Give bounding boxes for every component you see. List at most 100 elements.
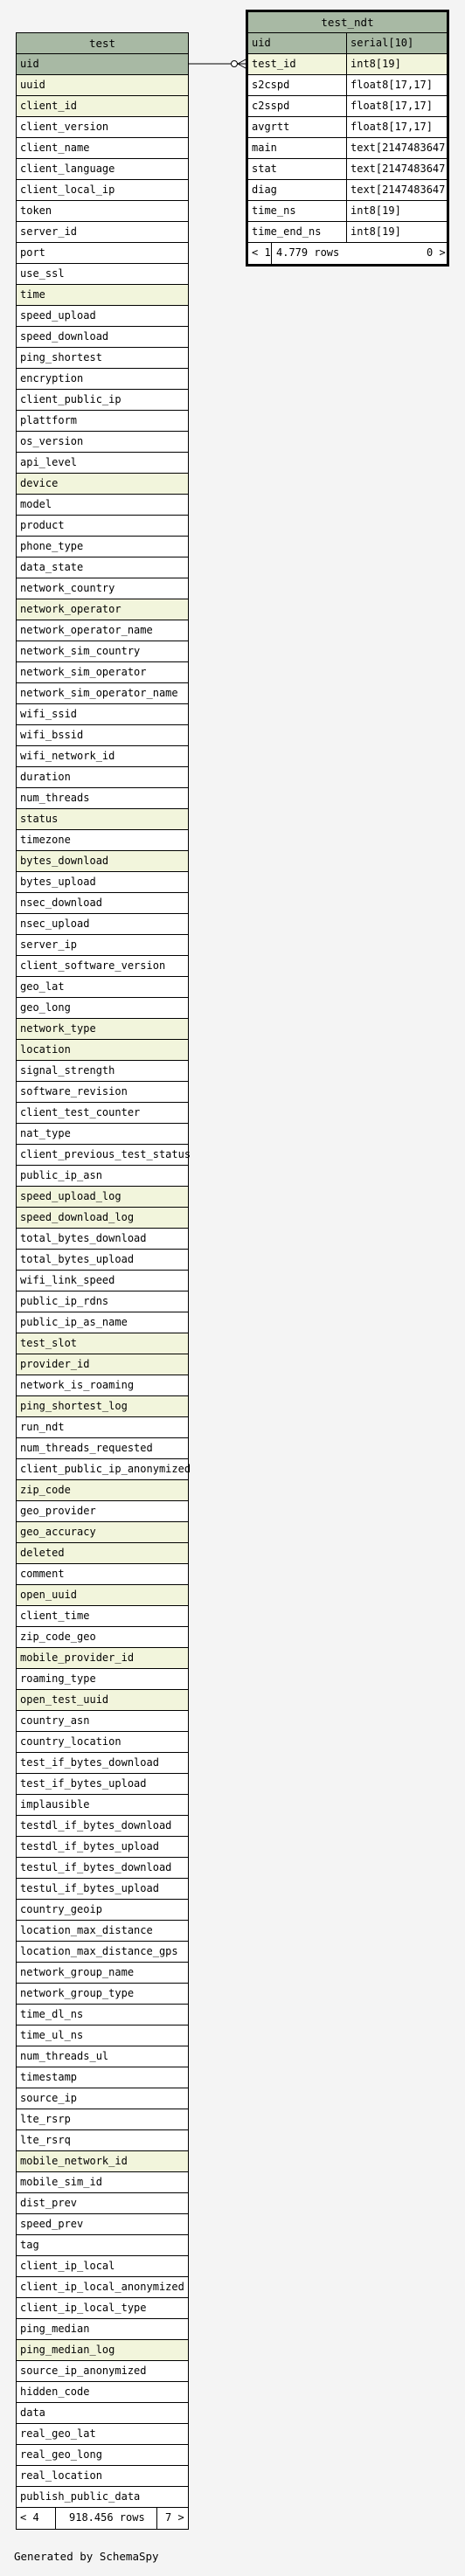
column-row[interactable]: client_public_ip xyxy=(17,390,188,411)
column-row[interactable]: ping_shortest_log xyxy=(17,1396,188,1417)
column-row[interactable]: bytes_download xyxy=(17,851,188,872)
column-row[interactable]: testdl_if_bytes_upload xyxy=(17,1837,188,1858)
column-row[interactable]: wifi_bssid xyxy=(17,725,188,746)
column-row[interactable]: mobile_sim_id xyxy=(17,2172,188,2193)
column-row[interactable]: real_geo_lat xyxy=(17,2424,188,2445)
column-row[interactable]: server_id xyxy=(17,222,188,243)
column-row[interactable]: client_test_counter xyxy=(17,1103,188,1124)
column-row[interactable]: mobile_provider_id xyxy=(17,1648,188,1669)
column-row[interactable]: plattform xyxy=(17,411,188,432)
column-row[interactable]: num_threads_requested xyxy=(17,1438,188,1459)
column-row[interactable]: encryption xyxy=(17,369,188,390)
column-row[interactable]: testdl_if_bytes_download xyxy=(17,1816,188,1837)
column-row[interactable]: bytes_upload xyxy=(17,872,188,893)
column-row[interactable]: source_ip_anonymized xyxy=(17,2361,188,2382)
column-row[interactable]: lte_rsrq xyxy=(17,2130,188,2151)
column-row[interactable]: public_ip_rdns xyxy=(17,1291,188,1312)
column-row[interactable]: network_type xyxy=(17,1019,188,1040)
column-row[interactable]: main text[2147483647] xyxy=(248,138,452,159)
column-row[interactable]: open_uuid xyxy=(17,1585,188,1606)
column-row[interactable]: network_operator xyxy=(17,599,188,620)
column-row[interactable]: nsec_upload xyxy=(17,914,188,935)
parent-count[interactable]: < 1 xyxy=(252,243,271,263)
column-row[interactable]: num_threads_ul xyxy=(17,2046,188,2067)
column-row[interactable]: testul_if_bytes_download xyxy=(17,1858,188,1879)
column-row[interactable]: network_sim_operator xyxy=(17,662,188,683)
column-row[interactable]: test_if_bytes_upload xyxy=(17,1774,188,1795)
column-row[interactable]: source_ip xyxy=(17,2088,188,2109)
column-row[interactable]: client_public_ip_anonymized xyxy=(17,1459,191,1480)
child-count[interactable]: 7 > xyxy=(165,2508,184,2528)
column-row[interactable]: country_location xyxy=(17,1732,188,1753)
column-row[interactable]: run_ndt xyxy=(17,1417,188,1438)
column-row[interactable]: avgrtt float8[17,17] xyxy=(248,117,447,138)
column-row[interactable]: api_level xyxy=(17,453,188,474)
column-row[interactable]: wifi_ssid xyxy=(17,704,188,725)
column-row[interactable]: real_geo_long xyxy=(17,2445,188,2466)
column-row[interactable]: diag text[2147483647] xyxy=(248,180,452,201)
column-row[interactable]: deleted xyxy=(17,1543,188,1564)
column-row[interactable]: client_ip_local_anonymized xyxy=(17,2277,188,2298)
column-row[interactable]: time_end_ns int8[19] xyxy=(248,222,447,243)
column-row[interactable]: timezone xyxy=(17,830,188,851)
column-row[interactable]: implausible xyxy=(17,1795,188,1816)
column-row[interactable]: client_ip_local xyxy=(17,2256,188,2277)
column-row[interactable]: publish_public_data xyxy=(17,2487,188,2508)
column-row[interactable]: dist_prev xyxy=(17,2193,188,2214)
child-count[interactable]: 0 > xyxy=(427,243,446,263)
column-row[interactable]: client_name xyxy=(17,138,188,159)
column-row[interactable]: data_state xyxy=(17,557,188,578)
column-row[interactable]: total_bytes_upload xyxy=(17,1250,188,1271)
column-row[interactable]: time_ul_ns xyxy=(17,2025,188,2046)
column-row[interactable]: data xyxy=(17,2403,188,2424)
column-row[interactable]: geo_accuracy xyxy=(17,1522,188,1543)
column-row[interactable]: use_ssl xyxy=(17,264,188,285)
column-row[interactable]: product xyxy=(17,516,188,537)
column-row[interactable]: ping_median xyxy=(17,2319,188,2340)
column-row[interactable]: client_software_version xyxy=(17,956,188,977)
column-row[interactable]: os_version xyxy=(17,432,188,453)
column-row[interactable]: status xyxy=(17,809,188,830)
column-row[interactable]: signal_strength xyxy=(17,1061,188,1082)
column-row[interactable]: ping_median_log xyxy=(17,2340,188,2361)
column-row[interactable]: roaming_type xyxy=(17,1669,188,1690)
column-row[interactable]: client_local_ip xyxy=(17,180,188,201)
column-row[interactable]: token xyxy=(17,201,188,222)
column-row[interactable]: geo_long xyxy=(17,998,188,1019)
column-row[interactable]: phone_type xyxy=(17,537,188,557)
column-row[interactable]: network_operator_name xyxy=(17,620,188,641)
column-row[interactable]: lte_rsrp xyxy=(17,2109,188,2130)
column-row[interactable]: total_bytes_download xyxy=(17,1229,188,1250)
column-row[interactable]: provider_id xyxy=(17,1354,188,1375)
column-row[interactable]: software_revision xyxy=(17,1082,188,1103)
column-row[interactable]: network_group_name xyxy=(17,1963,188,1984)
column-row[interactable]: client_ip_local_type xyxy=(17,2298,188,2319)
column-row[interactable]: tag xyxy=(17,2235,188,2256)
column-row[interactable]: country_asn xyxy=(17,1711,188,1732)
column-row[interactable]: location xyxy=(17,1040,188,1061)
column-row[interactable]: network_country xyxy=(17,578,188,599)
column-row[interactable]: network_is_roaming xyxy=(17,1375,188,1396)
column-row[interactable]: zip_code xyxy=(17,1480,188,1501)
column-row[interactable]: device xyxy=(17,474,188,495)
column-row[interactable]: time xyxy=(17,285,188,306)
column-row[interactable]: public_ip_as_name xyxy=(17,1312,188,1333)
column-row[interactable]: location_max_distance xyxy=(17,1921,188,1942)
column-row[interactable]: network_sim_operator_name xyxy=(17,683,188,704)
column-row[interactable]: country_geoip xyxy=(17,1900,188,1921)
column-row[interactable]: mobile_network_id xyxy=(17,2151,188,2172)
table-test[interactable]: test uid uuid client_id client_version clien… xyxy=(16,32,191,2530)
column-row[interactable]: network_group_type xyxy=(17,1984,188,2005)
column-row[interactable]: speed_upload xyxy=(17,306,188,327)
column-row[interactable]: public_ip_asn xyxy=(17,1166,188,1187)
column-row[interactable]: wifi_network_id xyxy=(17,746,188,767)
column-row[interactable]: speed_upload_log xyxy=(17,1187,188,1208)
column-row[interactable]: nat_type xyxy=(17,1124,188,1145)
column-row[interactable]: speed_prev xyxy=(17,2214,188,2235)
column-row[interactable]: hidden_code xyxy=(17,2382,188,2403)
column-row[interactable]: stat text[2147483647] xyxy=(248,159,452,180)
column-row[interactable]: client_version xyxy=(17,117,188,138)
column-row[interactable]: zip_code_geo xyxy=(17,1627,188,1648)
column-row[interactable]: wifi_link_speed xyxy=(17,1271,188,1291)
column-row[interactable]: location_max_distance_gps xyxy=(17,1942,188,1963)
